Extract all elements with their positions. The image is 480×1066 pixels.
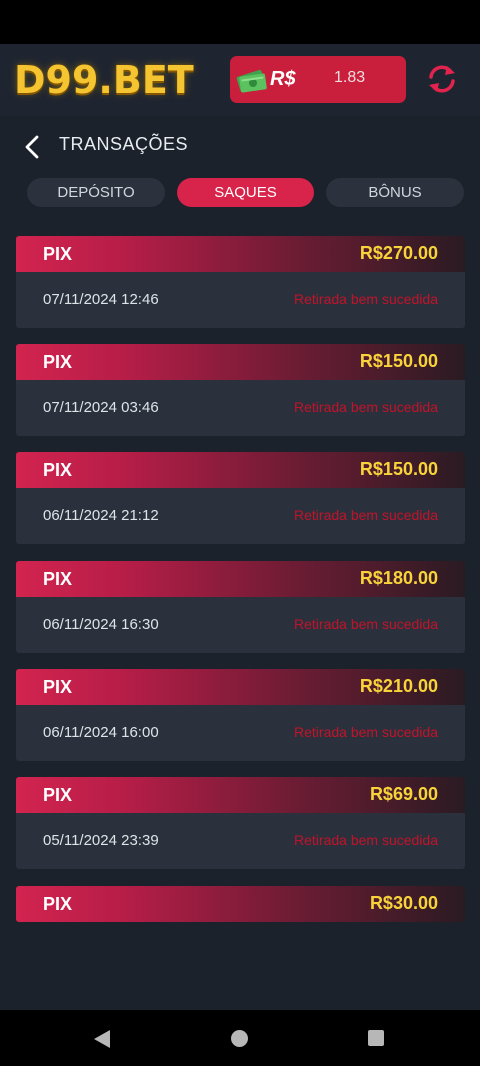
transaction-amount: R$180.00	[359, 568, 438, 588]
transaction-header: PIX R$69.00	[16, 777, 465, 813]
page-title: TRANSAÇÕES	[59, 134, 189, 154]
transaction-status: Retirada bem sucedida	[294, 399, 438, 415]
tab-bonus[interactable]: BÔNUS	[326, 178, 464, 207]
transaction-header: PIX R$150.00	[16, 452, 465, 488]
system-navigation-bar	[0, 1010, 480, 1066]
transaction-amount: R$210.00	[359, 676, 438, 696]
transaction-amount: R$30.00	[369, 893, 438, 913]
transaction-card[interactable]: PIX R$210.00 06/11/2024 16:00 Retirada b…	[16, 669, 465, 761]
transaction-card[interactable]: PIX R$150.00 06/11/2024 21:12 Retirada b…	[16, 452, 465, 544]
transaction-header: PIX R$270.00	[16, 236, 465, 272]
transaction-card[interactable]: PIX R$180.00 06/11/2024 16:30 Retirada b…	[16, 561, 465, 653]
payment-method: PIX	[43, 569, 73, 589]
tab-saques[interactable]: SAQUES	[177, 178, 314, 207]
currency-label: R$	[270, 68, 296, 90]
transaction-details: 05/11/2024 23:39 Retirada bem sucedida	[16, 813, 465, 869]
transaction-datetime: 07/11/2024 12:46	[43, 291, 159, 308]
status-bar	[0, 0, 480, 44]
payment-method: PIX	[43, 352, 73, 372]
transaction-card[interactable]: PIX R$30.00	[16, 886, 465, 922]
balance-value: 1.83	[334, 69, 366, 86]
transaction-header: PIX R$150.00	[16, 344, 465, 380]
transaction-datetime: 06/11/2024 16:00	[43, 724, 159, 741]
chevron-left-icon[interactable]	[22, 134, 42, 160]
tab-deposito[interactable]: DEPÓSITO	[27, 178, 165, 207]
transaction-status: Retirada bem sucedida	[294, 291, 438, 307]
transaction-details: 06/11/2024 16:00 Retirada bem sucedida	[16, 705, 465, 761]
transaction-amount: R$270.00	[359, 243, 438, 263]
payment-method: PIX	[43, 244, 73, 264]
transaction-datetime: 07/11/2024 03:46	[43, 399, 159, 416]
payment-method: PIX	[43, 785, 73, 805]
transaction-details: 06/11/2024 21:12 Retirada bem sucedida	[16, 488, 465, 544]
transaction-status: Retirada bem sucedida	[294, 616, 438, 632]
payment-method: PIX	[43, 460, 73, 480]
nav-back-icon[interactable]	[93, 1029, 111, 1049]
transaction-amount: R$150.00	[359, 351, 438, 371]
transaction-status: Retirada bem sucedida	[294, 507, 438, 523]
transaction-amount: R$150.00	[359, 459, 438, 479]
transaction-datetime: 05/11/2024 23:39	[43, 832, 159, 849]
transaction-header: PIX R$210.00	[16, 669, 465, 705]
transaction-status: Retirada bem sucedida	[294, 724, 438, 740]
transaction-card[interactable]: PIX R$150.00 07/11/2024 03:46 Retirada b…	[16, 344, 465, 436]
transaction-details: 07/11/2024 03:46 Retirada bem sucedida	[16, 380, 465, 436]
balance-widget[interactable]: R$ 1.83	[230, 56, 406, 103]
payment-method: PIX	[43, 677, 73, 697]
transaction-details: 07/11/2024 12:46 Retirada bem sucedida	[16, 272, 465, 328]
transaction-datetime: 06/11/2024 16:30	[43, 616, 159, 633]
transaction-header: PIX R$180.00	[16, 561, 465, 597]
brand-logo[interactable]: D99.BET	[14, 58, 194, 102]
payment-method: PIX	[43, 894, 73, 914]
nav-recents-icon[interactable]	[368, 1030, 384, 1046]
transaction-datetime: 06/11/2024 21:12	[43, 507, 159, 524]
transaction-header: PIX R$30.00	[16, 886, 465, 922]
transaction-details: 06/11/2024 16:30 Retirada bem sucedida	[16, 597, 465, 653]
transaction-amount: R$69.00	[369, 784, 438, 804]
transaction-card[interactable]: PIX R$69.00 05/11/2024 23:39 Retirada be…	[16, 777, 465, 869]
transaction-card[interactable]: PIX R$270.00 07/11/2024 12:46 Retirada b…	[16, 236, 465, 328]
nav-home-icon[interactable]	[231, 1030, 248, 1047]
refresh-icon[interactable]	[425, 62, 459, 96]
transaction-status: Retirada bem sucedida	[294, 832, 438, 848]
app-header: D99.BET R$ 1.83	[0, 44, 480, 116]
title-bar: TRANSAÇÕES	[0, 116, 480, 172]
cash-icon	[236, 69, 267, 93]
